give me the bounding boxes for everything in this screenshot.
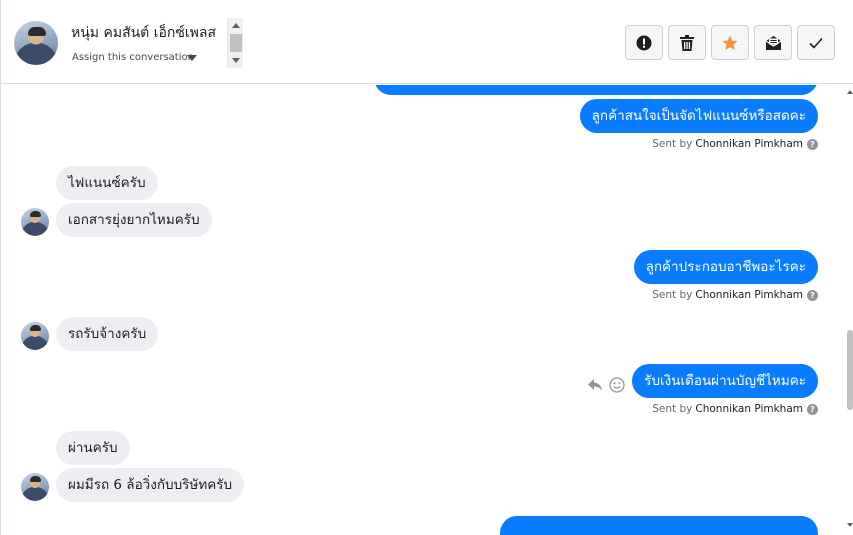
sent-by-line: Sent by Chonnikan Pimkham ? <box>652 138 818 150</box>
scroll-up-arrow-icon[interactable] <box>847 90 853 94</box>
mark-unread-button[interactable] <box>754 25 792 60</box>
scroll-up-arrow-icon[interactable] <box>232 23 240 28</box>
sent-by-line: Sent by Chonnikan Pimkham ? <box>652 289 818 301</box>
star-button[interactable] <box>711 25 749 60</box>
delete-button[interactable] <box>668 25 706 60</box>
sender-avatar[interactable] <box>21 322 49 350</box>
emoji-reaction-icon[interactable] <box>609 377 625 393</box>
thread-scrollbar[interactable] <box>846 85 853 535</box>
message-actions <box>587 377 625 393</box>
sent-by-name[interactable]: Chonnikan Pimkham <box>695 289 803 301</box>
sender-avatar[interactable] <box>21 208 49 236</box>
message-bubble-outgoing-clipped[interactable] <box>500 516 818 535</box>
reply-icon[interactable] <box>587 378 603 392</box>
scroll-thumb[interactable] <box>847 330 853 410</box>
scroll-thumb[interactable] <box>230 34 242 52</box>
sender-avatar[interactable] <box>21 473 49 501</box>
conversation-header: หนุ่ม คมสันต์ เอ็กซ์เพลส Assign this con… <box>1 0 853 84</box>
header-scrollbar[interactable] <box>227 18 243 68</box>
star-icon <box>722 35 738 50</box>
message-bubble-incoming[interactable]: เอกสารยุ่งยากไหมครับ <box>56 203 212 237</box>
sent-by-prefix: Sent by <box>652 138 693 150</box>
sent-by-line: Sent by Chonnikan Pimkham ? <box>652 403 818 415</box>
help-icon[interactable]: ? <box>807 138 818 150</box>
sent-by-name[interactable]: Chonnikan Pimkham <box>695 403 803 415</box>
contact-name[interactable]: หนุ่ม คมสันต์ เอ็กซ์เพลส <box>71 22 227 44</box>
message-bubble-outgoing[interactable]: ลูกค้าประกอบอาชีพอะไรคะ <box>633 250 818 284</box>
message-bubble-outgoing-clipped[interactable] <box>374 85 818 95</box>
message-bubble-incoming[interactable]: ไฟแนนซ์ครับ <box>56 166 158 200</box>
message-bubble-outgoing[interactable]: รับเงินเดือนผ่านบัญชีไหมคะ <box>632 364 818 398</box>
message-bubble-outgoing[interactable]: ลูกค้าสนใจเป็นจัดไฟแนนซ์หรือสดคะ <box>579 99 818 133</box>
trash-icon <box>680 34 694 51</box>
sent-by-prefix: Sent by <box>652 289 693 301</box>
envelope-icon <box>765 35 781 50</box>
message-thread: ลูกค้าสนใจเป็นจัดไฟแนนซ์หรือสดคะ Sent by… <box>1 85 846 535</box>
conversation-panel: หนุ่ม คมสันต์ เอ็กซ์เพลส Assign this con… <box>0 0 853 535</box>
sent-by-name[interactable]: Chonnikan Pimkham <box>695 138 803 150</box>
exclamation-circle-icon <box>636 35 652 50</box>
sent-by-prefix: Sent by <box>652 403 693 415</box>
message-bubble-incoming[interactable]: รถรับจ้างครับ <box>56 317 159 351</box>
message-bubble-incoming[interactable]: ผ่านครับ <box>56 431 130 465</box>
help-icon[interactable]: ? <box>807 289 818 301</box>
scroll-down-arrow-icon[interactable] <box>847 523 853 527</box>
checkmark-icon <box>809 37 823 49</box>
mark-spam-button[interactable] <box>625 25 663 60</box>
message-bubble-incoming[interactable]: ผมมีรถ 6 ล้อวิ่งกับบริษัทครับ <box>56 468 245 502</box>
assign-conversation-link[interactable]: Assign this conversation <box>72 52 194 63</box>
scroll-down-arrow-icon[interactable] <box>232 58 240 63</box>
mark-done-button[interactable] <box>797 25 835 60</box>
caret-down-icon[interactable] <box>187 55 197 61</box>
help-icon[interactable]: ? <box>807 403 818 415</box>
contact-avatar[interactable] <box>14 21 58 65</box>
